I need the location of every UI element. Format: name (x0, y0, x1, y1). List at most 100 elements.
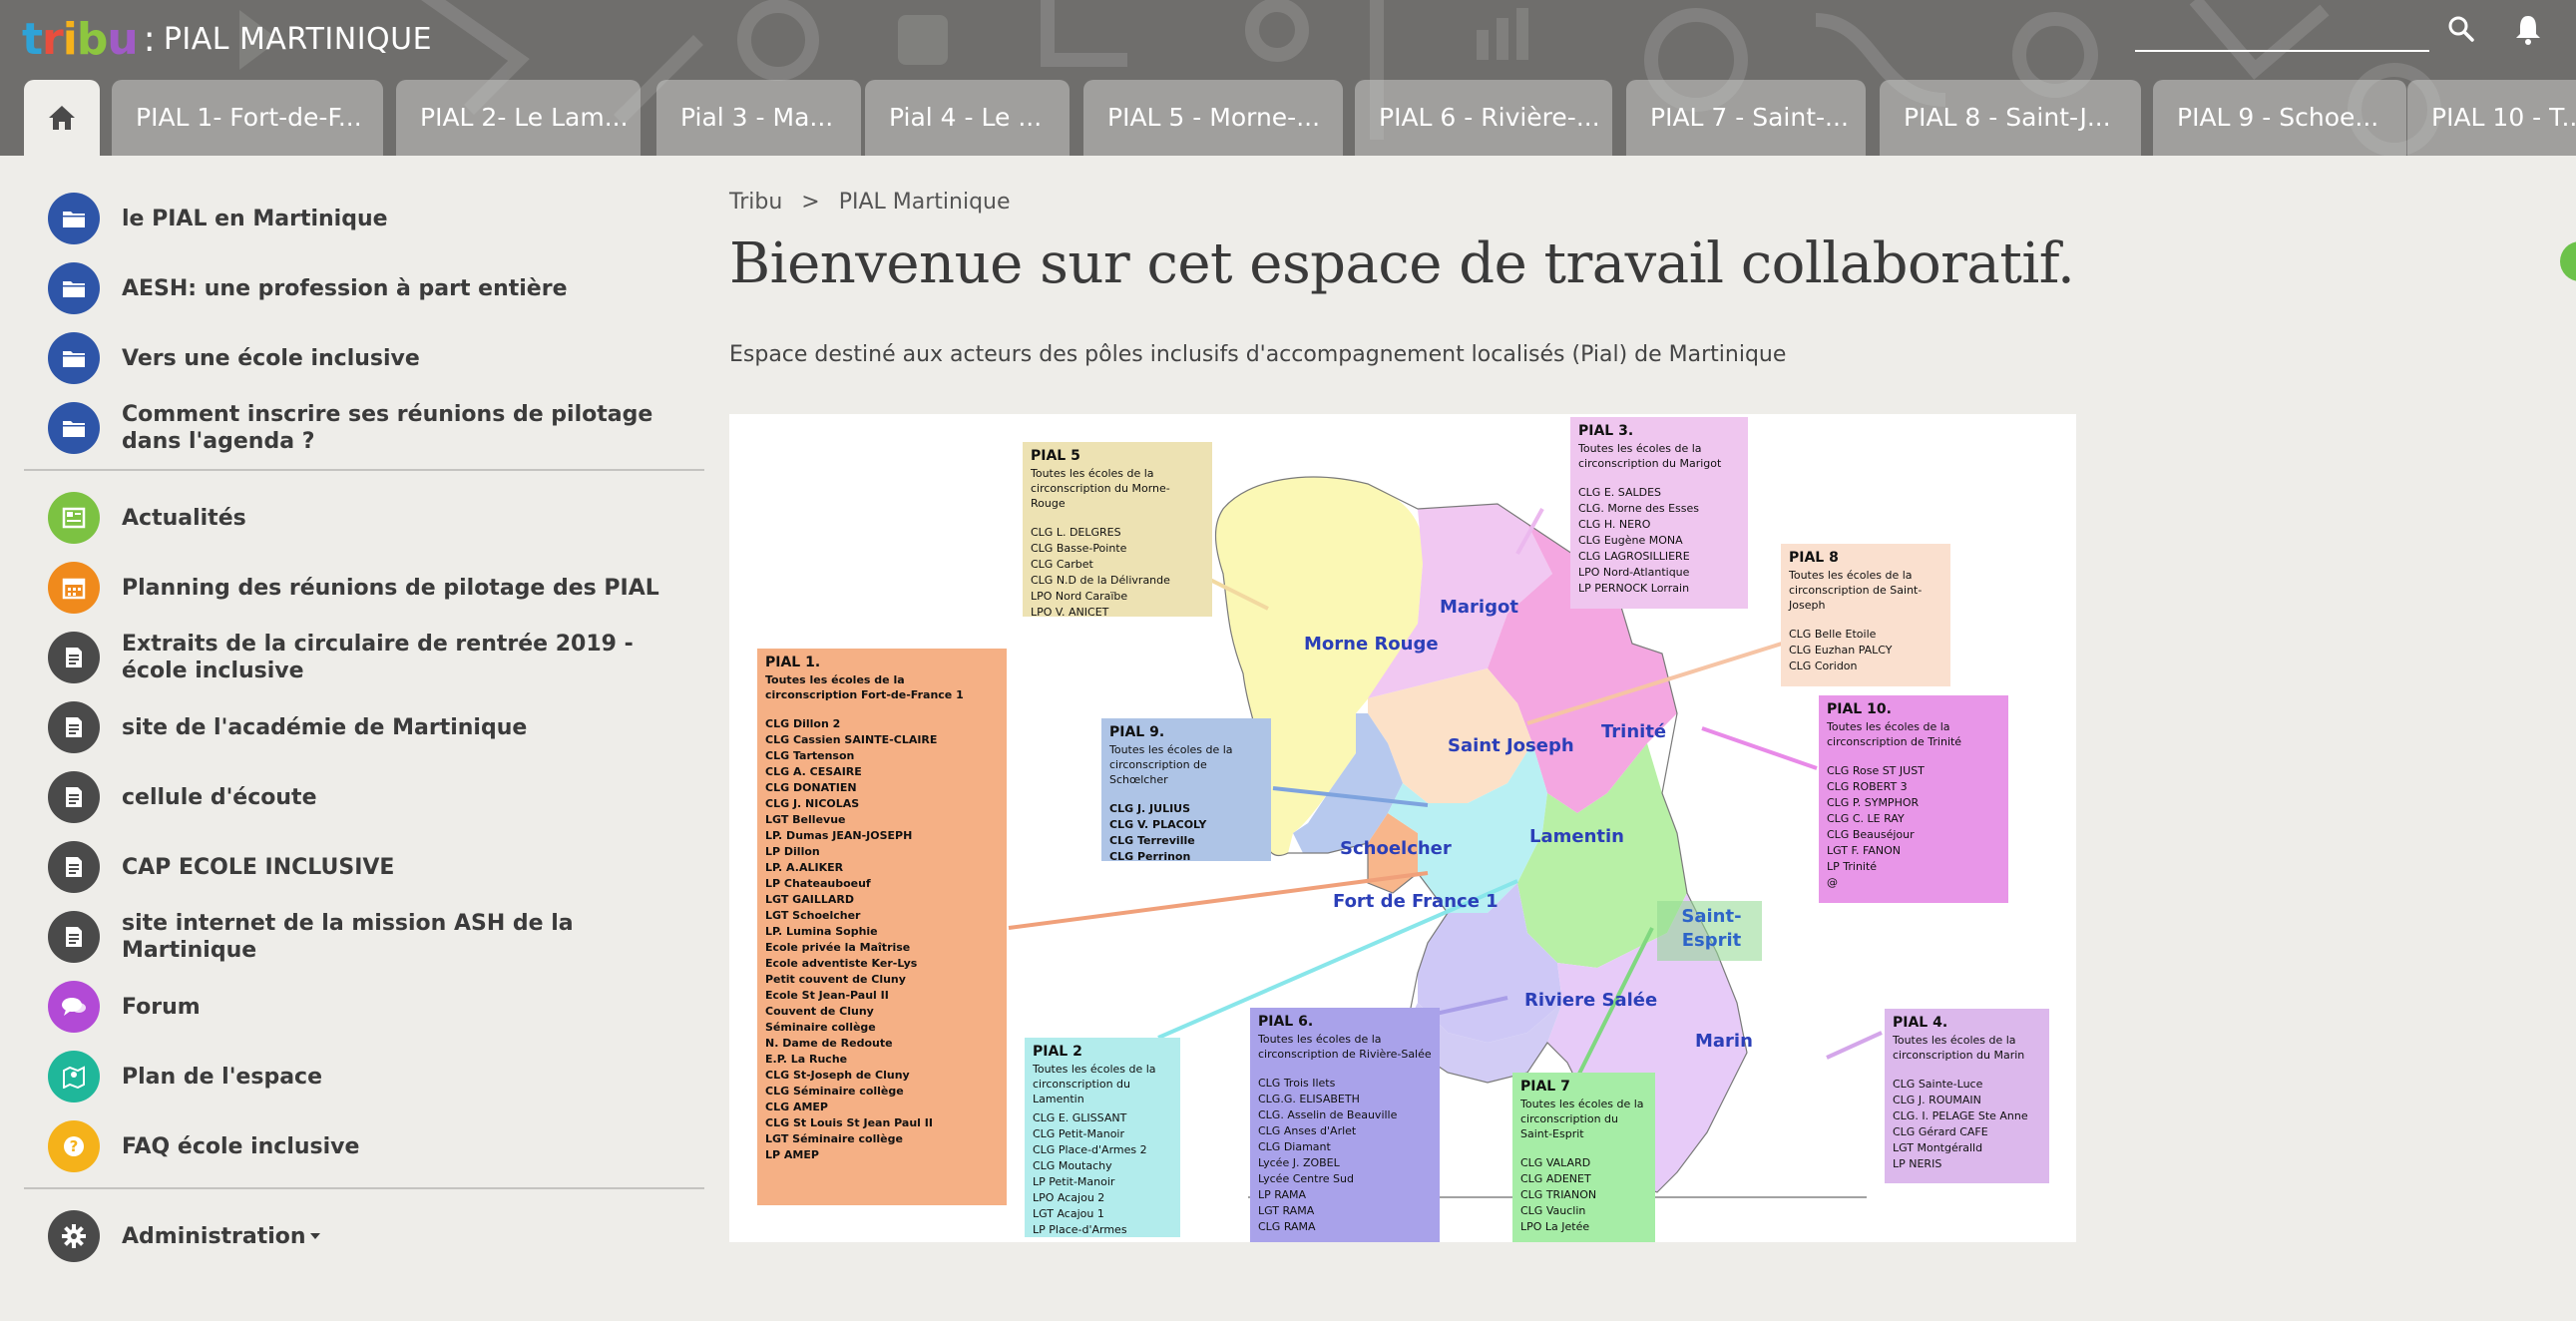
tribu-logo[interactable]: tribu : PIAL MARTINIQUE (22, 12, 432, 66)
pial-school: CLG St Louis St Jean Paul II (765, 1116, 933, 1129)
pial-school: CLG. I. PELAGE Ste Anne (1893, 1109, 2028, 1122)
pial-school: CLG Belle Etoile (1789, 628, 1877, 641)
side-tab-indicator[interactable] (2560, 241, 2576, 281)
connector-pial-4 (1826, 1031, 1883, 1060)
pial-description: Toutes les écoles de la circonscription … (1827, 720, 1962, 748)
region-label-fort-de-france: Fort de France 1 (1333, 891, 1499, 912)
pial-9-box: PIAL 9. Toutes les écoles de la circonsc… (1101, 718, 1271, 861)
pial-school: LPO V. ANICET (1031, 606, 1109, 617)
pial-school: Ecole St Jean-Paul II (765, 989, 889, 1002)
breadcrumb: Tribu > PIAL Martinique (729, 190, 2525, 221)
sidebar-item-planning[interactable]: Planning des réunions de pilotage des PI… (24, 559, 704, 617)
sidebar-item-faq[interactable]: ? FAQ école inclusive (24, 1117, 704, 1175)
pial-school: CLG Perrinon (1109, 850, 1191, 861)
pial-title: PIAL 3. (1578, 423, 1634, 439)
region-label-riviere-salee: Riviere Salée (1524, 990, 1658, 1011)
pial-school: LP RAMA (1258, 1188, 1306, 1201)
pial-3-box: PIAL 3. Toutes les écoles de la circonsc… (1570, 417, 1748, 609)
sidebar-item-plan-espace[interactable]: Plan de l'espace (24, 1048, 704, 1105)
sidebar-item-academie[interactable]: site de l'académie de Martinique (24, 698, 704, 756)
pial-description: Toutes les écoles de la circonscription … (1789, 569, 1923, 612)
pial-title: PIAL 9. (1109, 724, 1165, 740)
pial-school: CLG Trois Ilets (1258, 1077, 1336, 1090)
tab-pial-4[interactable]: Pial 4 - Le ... (865, 80, 1070, 156)
sidebar-item-forum[interactable]: Forum (24, 978, 704, 1036)
region-label-schoelcher: Schoelcher (1340, 838, 1452, 859)
sidebar-item-mission-ash[interactable]: site internet de la mission ASH de la Ma… (24, 908, 704, 966)
pial-description: Toutes les écoles de la circonscription … (1893, 1034, 2025, 1062)
document-icon (48, 771, 100, 823)
pial-school: CLG J. JULIUS (1109, 802, 1191, 815)
sidebar-item-cellule-ecoute[interactable]: cellule d'écoute (24, 768, 704, 826)
pial-5-box: PIAL 5 Toutes les écoles de la circonscr… (1023, 442, 1212, 617)
region-label-marigot: Marigot (1440, 597, 1518, 618)
sidebar-item-pial-en-martinique[interactable]: le PIAL en Martinique (24, 190, 704, 247)
pial-school: LGT Montgéralld (1893, 1141, 1983, 1154)
sidebar-item-agenda[interactable]: Comment inscrire ses réunions de pilotag… (24, 399, 704, 457)
tab-pial-3[interactable]: Pial 3 - Ma... (656, 80, 861, 156)
pial-school: CLG. Morne des Esses (1578, 502, 1699, 515)
breadcrumb-home-link[interactable]: Tribu (729, 190, 782, 215)
sidebar-item-label: site de l'académie de Martinique (122, 714, 528, 740)
pial-school: LGT Schoelcher (765, 909, 861, 922)
search-icon[interactable] (2446, 14, 2476, 44)
pial-title: PIAL 7 (1520, 1079, 1570, 1095)
pial-school: LPO La Jetée (1520, 1220, 1590, 1233)
pial-10-box: PIAL 10. Toutes les écoles de la circons… (1819, 695, 2008, 903)
pial-description: Toutes les écoles de la circonscription … (1033, 1063, 1156, 1105)
svg-text:?: ? (70, 1137, 79, 1155)
pial-school: E.P. La Ruche (765, 1053, 848, 1066)
tab-pial-2[interactable]: PIAL 2- Le Lam... (396, 80, 641, 156)
top-banner: tribu : PIAL MARTINIQUE PIAL 1- Fort-de-… (0, 0, 2576, 156)
pial-school: CLG DONATIEN (765, 781, 857, 794)
pial-school: CLG ROBERT 3 (1827, 780, 1908, 793)
tab-pial-10[interactable]: PIAL 10 - T... (2407, 80, 2576, 156)
document-icon (48, 632, 100, 683)
tab-pial-9[interactable]: PIAL 9 - Schoe... (2153, 80, 2406, 156)
sidebar-item-ecole-inclusive[interactable]: Vers une école inclusive (24, 329, 704, 387)
pial-school: CLG Anses d'Arlet (1258, 1124, 1357, 1137)
sidebar-item-cap-ecole-inclusive[interactable]: CAP ECOLE INCLUSIVE (24, 838, 704, 896)
pial-school: CLG AMEP (765, 1101, 828, 1113)
tab-pial-8[interactable]: PIAL 8 - Saint-J... (1880, 80, 2141, 156)
sidebar-item-administration[interactable]: Administration (24, 1207, 704, 1265)
tab-home[interactable] (24, 80, 100, 156)
pial-school: LP PERNOCK Lorrain (1578, 582, 1690, 595)
tab-pial-1[interactable]: PIAL 1- Fort-de-F... (112, 80, 383, 156)
tab-pial-6[interactable]: PIAL 6 - Rivière-... (1355, 80, 1612, 156)
pial-6-box: PIAL 6. Toutes les écoles de la circonsc… (1250, 1008, 1440, 1242)
pial-school: CLG E. SALDES (1578, 486, 1662, 499)
pial-school: CLG TRIANON (1520, 1188, 1597, 1201)
tab-bar: PIAL 1- Fort-de-F... PIAL 2- Le Lam... P… (0, 80, 2576, 156)
pial-school: LP Petit-Manoir (1033, 1175, 1115, 1188)
sidebar-item-label: CAP ECOLE INCLUSIVE (122, 854, 395, 880)
pial-school: CLG Séminaire collège (765, 1085, 904, 1098)
sidebar-item-aesh[interactable]: AESH: une profession à part entière (24, 259, 704, 317)
pial-school: LP. A.ALIKER (765, 861, 844, 874)
sidebar-divider (24, 469, 704, 471)
pial-school: LP Dillon (765, 845, 820, 858)
sidebar-divider (24, 1187, 704, 1189)
pial-school: N. Dame de Redoute (765, 1037, 893, 1050)
pial-school: CLG LAGROSILLIERE (1578, 550, 1690, 563)
chat-icon (48, 981, 100, 1033)
bell-icon[interactable] (2512, 12, 2544, 46)
tab-pial-7[interactable]: PIAL 7 - Saint-... (1626, 80, 1866, 156)
tab-pial-5[interactable]: PIAL 5 - Morne-... (1083, 80, 1343, 156)
pial-school: CLG Tartenson (765, 749, 855, 762)
pial-school: CLG P. SYMPHOR (1827, 796, 1920, 809)
pial-school: CLG Euzhan PALCY (1789, 644, 1893, 657)
news-icon (48, 492, 100, 544)
caret-down-icon (309, 1233, 320, 1239)
pial-school: Couvent de Cluny (765, 1005, 874, 1018)
pial-description: Toutes les écoles de la circonscription … (1031, 467, 1170, 510)
sidebar-item-circulaire[interactable]: Extraits de la circulaire de rentrée 201… (24, 629, 704, 686)
pial-school: LPO Acajou 2 (1033, 1191, 1105, 1204)
sidebar-item-actualites[interactable]: Actualités (24, 489, 704, 547)
document-icon (48, 701, 100, 753)
search-input[interactable] (2135, 50, 2429, 52)
breadcrumb-separator: > (801, 190, 820, 215)
pial-map-image: Morne Rouge Marigot Saint Joseph Trinité… (729, 414, 2076, 1242)
pial-school: CLG H. NERO (1578, 518, 1651, 531)
pial-school: CLG C. LE RAY (1827, 812, 1905, 825)
